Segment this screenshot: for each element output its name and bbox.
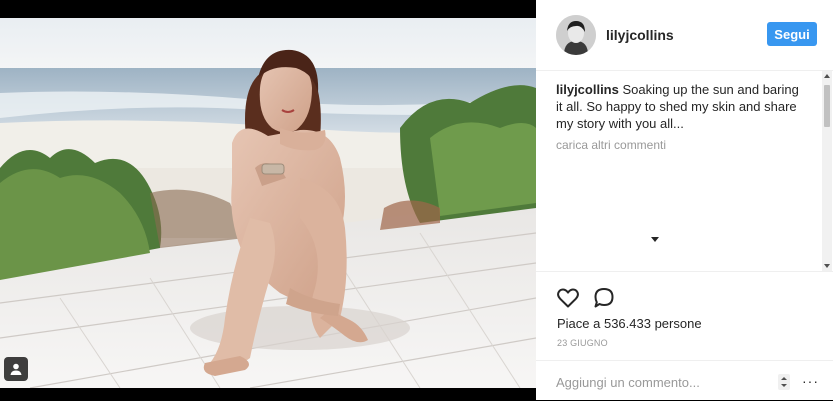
post-header: lilyjcollins Segui xyxy=(536,0,833,71)
post-actions xyxy=(536,283,833,313)
instagram-post-modal: lilyjcollins Segui lilyjcollins Soaking … xyxy=(0,0,833,400)
bottom-letterbox xyxy=(0,388,536,400)
scroll-up-arrow-icon[interactable] xyxy=(822,71,832,81)
input-stepper-icon[interactable] xyxy=(778,374,790,390)
post-photo[interactable] xyxy=(0,18,536,388)
avatar-image xyxy=(556,15,596,55)
load-more-comments-link[interactable]: carica altri commenti xyxy=(556,138,666,152)
comments-area: lilyjcollins Soaking up the sun and bari… xyxy=(536,71,833,272)
person-tag-icon xyxy=(10,363,22,375)
caption-username[interactable]: lilyjcollins xyxy=(556,82,619,97)
tag-people-button[interactable] xyxy=(4,357,28,381)
comment-bubble-icon[interactable] xyxy=(592,286,616,310)
heart-icon[interactable] xyxy=(556,286,580,310)
follow-button[interactable]: Segui xyxy=(767,22,817,46)
likes-count[interactable]: Piace a 536.433 persone xyxy=(557,316,702,331)
post-date: 23 GIUGNO xyxy=(557,338,608,348)
caption: lilyjcollins Soaking up the sun and bari… xyxy=(556,81,806,132)
caret-down-icon xyxy=(651,237,659,242)
top-letterbox xyxy=(0,0,536,18)
comments-scrollbar[interactable] xyxy=(822,71,832,271)
add-comment-bar: ··· xyxy=(536,360,833,401)
scrollbar-thumb[interactable] xyxy=(824,85,830,127)
more-options-button[interactable]: ··· xyxy=(802,373,819,389)
scroll-down-arrow-icon[interactable] xyxy=(822,261,832,271)
beach-photo-illustration xyxy=(0,18,536,388)
comment-input[interactable] xyxy=(556,371,776,393)
avatar[interactable] xyxy=(556,15,596,55)
post-side-panel: lilyjcollins Segui lilyjcollins Soaking … xyxy=(536,0,833,400)
username-link[interactable]: lilyjcollins xyxy=(606,27,674,43)
